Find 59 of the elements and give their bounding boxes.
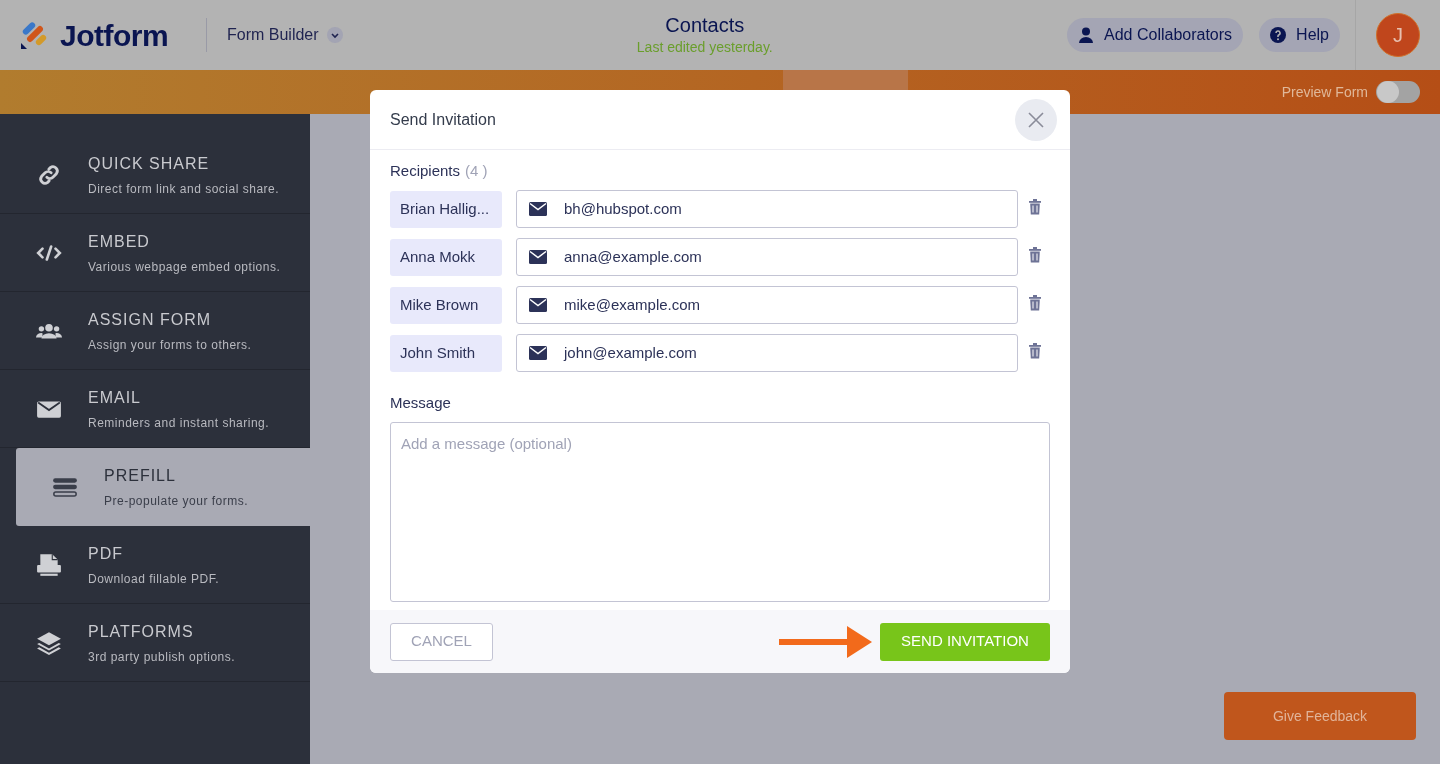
last-edited-text: Last edited yesterday. xyxy=(636,37,773,57)
item-description: Various webpage embed options. xyxy=(88,258,281,276)
sidebar-item[interactable]: PLATFORMS 3rd party publish options. xyxy=(0,604,310,682)
close-icon xyxy=(1028,111,1044,128)
chevron-down-icon xyxy=(326,27,343,43)
email-field[interactable]: mike@example.com xyxy=(516,286,1018,324)
recipient-name: Anna Mokk xyxy=(390,238,502,276)
add-collaborators-button[interactable]: Add Collaborators xyxy=(1067,18,1244,52)
envelope-icon xyxy=(529,298,547,312)
item-title: PDF xyxy=(88,543,124,564)
preview-toggle[interactable] xyxy=(1376,81,1420,103)
trash-icon[interactable] xyxy=(1029,295,1041,311)
dialog-title: Send Invitation xyxy=(390,109,496,130)
item-description: Pre-populate your forms. xyxy=(104,493,249,510)
sidebar-item[interactable]: EMBED Various webpage embed options. xyxy=(0,214,310,292)
person-icon xyxy=(1078,27,1094,43)
preview-form-label: Preview Form xyxy=(1281,82,1368,102)
item-description: Download fillable PDF. xyxy=(88,570,220,588)
envelope-icon xyxy=(529,202,547,216)
email-field[interactable]: john@example.com xyxy=(516,334,1018,372)
sidebar-item[interactable]: ASSIGN FORM Assign your forms to others. xyxy=(0,292,310,370)
recipients-count: (4 ) xyxy=(465,160,488,181)
product-menu[interactable]: Form Builder xyxy=(227,23,343,47)
email-value: bh@hubspot.com xyxy=(564,198,682,219)
item-description: Direct form link and social share. xyxy=(88,180,280,198)
message-label: Message xyxy=(390,393,452,412)
question-icon xyxy=(1270,27,1287,43)
item-title: PLATFORMS xyxy=(88,621,195,642)
item-title: PREFILL xyxy=(104,466,177,486)
email-value: john@example.com xyxy=(564,342,697,363)
email-value: anna@example.com xyxy=(564,246,702,267)
pdf-file-icon xyxy=(36,551,62,578)
envelope-icon xyxy=(529,346,547,360)
envelope-icon xyxy=(529,250,547,264)
item-title: ASSIGN FORM xyxy=(88,309,212,330)
item-description: 3rd party publish options. xyxy=(88,648,236,666)
layers-icon xyxy=(36,629,62,656)
item-title: EMBED xyxy=(88,231,151,252)
email-field[interactable]: anna@example.com xyxy=(516,238,1018,276)
recipient-name: John Smith xyxy=(390,334,502,372)
item-description: Assign your forms to others. xyxy=(88,336,252,354)
help-button[interactable]: Help xyxy=(1259,18,1340,52)
item-title: EMAIL xyxy=(88,387,142,408)
trash-icon[interactable] xyxy=(1029,247,1041,263)
item-description: Reminders and instant sharing. xyxy=(88,414,270,432)
sidebar-item[interactable]: PREFILL Pre-populate your forms. xyxy=(16,448,310,526)
recipients-label: Recipients xyxy=(390,160,461,181)
form-title: Contacts xyxy=(665,12,745,37)
trash-icon[interactable] xyxy=(1029,199,1041,215)
message-field[interactable]: Add a message (optional) xyxy=(390,422,1050,602)
sidebar-item[interactable]: PDF Download fillable PDF. xyxy=(0,526,310,604)
sidebar-item[interactable]: QUICK SHARE Direct form link and social share. xyxy=(0,136,310,214)
item-title: QUICK SHARE xyxy=(88,153,211,174)
recipient-name: Brian Hallig... xyxy=(390,190,502,228)
trash-icon[interactable] xyxy=(1029,343,1041,359)
email-field[interactable]: bh@hubspot.com xyxy=(516,190,1018,228)
logo-text: Jotform xyxy=(60,17,169,54)
email-value: mike@example.com xyxy=(564,294,701,315)
recipient-name: Mike Brown xyxy=(390,286,502,324)
